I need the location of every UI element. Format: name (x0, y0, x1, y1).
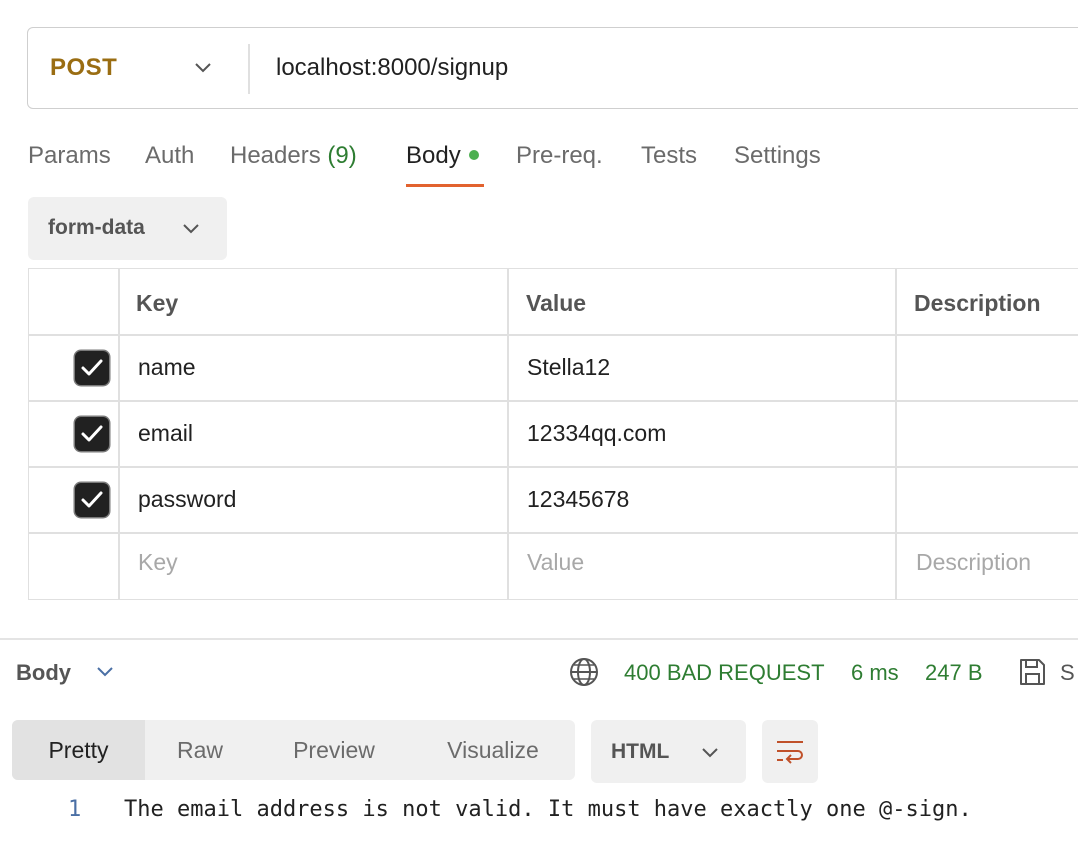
checkmark-icon (81, 359, 103, 376)
new-value-input[interactable]: Value (527, 549, 584, 576)
tab-body[interactable]: Body (406, 142, 479, 170)
view-tab-raw[interactable]: Raw (145, 720, 255, 780)
response-view-tabs: Pretty Raw Preview Visualize (12, 720, 575, 780)
headers-count: (9) (327, 142, 357, 169)
table-cell-value[interactable]: Stella12 (527, 354, 610, 381)
response-body-text[interactable]: The email address is not valid. It must … (124, 797, 972, 822)
tab-auth[interactable]: Auth (145, 142, 194, 170)
row-checkbox[interactable] (75, 483, 109, 517)
response-time[interactable]: 6 ms (851, 660, 899, 686)
tab-headers-label: Headers (230, 142, 321, 169)
pane-divider[interactable] (0, 638, 1078, 640)
tab-settings[interactable]: Settings (734, 142, 821, 170)
response-body-label[interactable]: Body (16, 660, 71, 686)
response-format-select[interactable]: HTML (591, 720, 746, 783)
table-cell-key[interactable]: password (138, 486, 236, 513)
chevron-down-icon[interactable] (94, 660, 116, 682)
tab-prereq[interactable]: Pre-req. (516, 142, 603, 170)
column-header-description: Description (914, 290, 1041, 316)
column-divider (118, 268, 120, 600)
table-cell-value[interactable]: 12334qq.com (527, 420, 666, 447)
body-type-label: form-data (48, 216, 145, 239)
view-tab-preview[interactable]: Preview (272, 720, 396, 780)
column-divider (895, 268, 897, 600)
method-select[interactable]: POST (50, 54, 117, 82)
new-description-input[interactable]: Description (916, 549, 1031, 576)
checkmark-icon (81, 425, 103, 442)
tab-headers[interactable]: Headers (9) (230, 142, 357, 170)
line-number: 1 (68, 797, 82, 822)
active-tab-indicator (406, 184, 484, 187)
tab-params[interactable]: Params (28, 142, 111, 170)
row-divider (28, 400, 1078, 402)
body-type-select[interactable]: form-data (28, 197, 227, 260)
table-cell-key[interactable]: name (138, 354, 196, 381)
tab-body-label: Body (406, 142, 461, 169)
url-divider (248, 44, 250, 94)
row-divider (28, 466, 1078, 468)
url-input[interactable]: localhost:8000/signup (276, 54, 508, 82)
response-format-label: HTML (611, 740, 670, 763)
column-header-key: Key (136, 290, 179, 316)
body-indicator-dot (468, 149, 479, 160)
response-status[interactable]: 400 BAD REQUEST (624, 660, 825, 686)
view-tab-visualize[interactable]: Visualize (428, 720, 558, 780)
checkmark-icon (81, 491, 103, 508)
save-response-label[interactable]: S (1060, 660, 1075, 686)
row-divider (28, 532, 1078, 534)
globe-icon[interactable] (568, 656, 600, 688)
view-tab-pretty[interactable]: Pretty (12, 720, 145, 780)
wrap-lines-icon (777, 741, 803, 764)
column-divider (507, 268, 509, 600)
row-checkbox[interactable] (75, 351, 109, 385)
row-checkbox[interactable] (75, 417, 109, 451)
chevron-down-icon[interactable] (192, 56, 214, 78)
wrap-lines-button[interactable] (762, 720, 818, 783)
column-header-value: Value (526, 290, 587, 316)
new-key-input[interactable]: Key (138, 549, 178, 576)
response-size[interactable]: 247 B (925, 660, 983, 686)
chevron-down-icon (183, 224, 199, 234)
row-divider (28, 334, 1078, 336)
save-icon[interactable] (1016, 656, 1048, 688)
url-bar: POST localhost:8000/signup (27, 27, 1078, 109)
table-cell-value[interactable]: 12345678 (527, 486, 629, 513)
chevron-down-icon (702, 748, 718, 758)
table-cell-key[interactable]: email (138, 420, 193, 447)
tab-tests[interactable]: Tests (641, 142, 697, 170)
